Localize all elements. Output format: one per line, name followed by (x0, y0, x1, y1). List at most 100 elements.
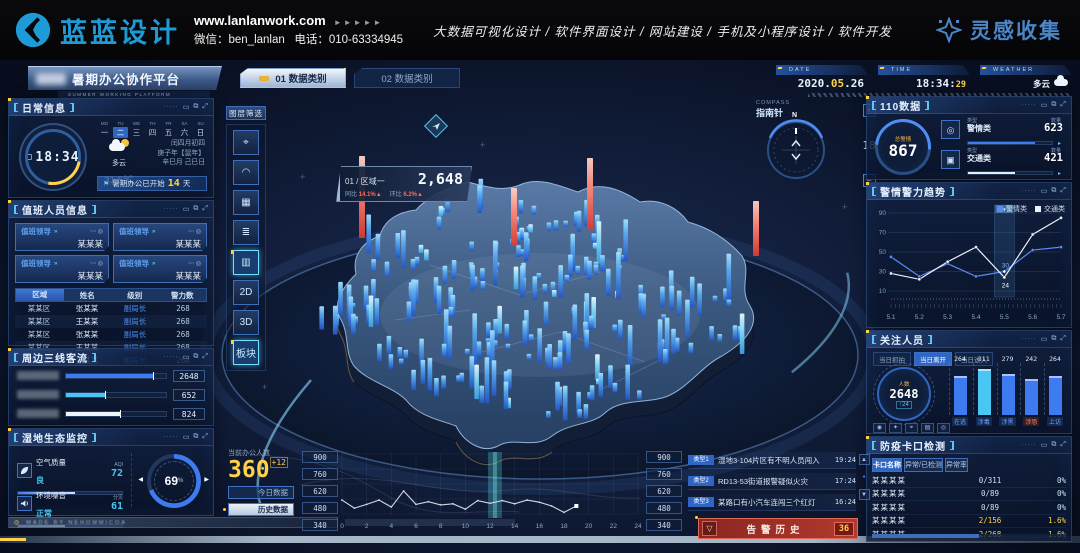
eco-gauge: 69% (147, 454, 201, 508)
layer-radar-button[interactable]: ◠ (233, 160, 259, 185)
today-data-button[interactable]: 今日数据 (228, 486, 294, 499)
focus-bar[interactable]: 279涉黑 (997, 355, 1019, 426)
weekday-cell[interactable]: SU日 (193, 121, 208, 138)
focus-bar[interactable]: 264在逃 (949, 355, 971, 426)
tab-data-category-1[interactable]: 01 数据类别 (240, 68, 346, 88)
张某某[interactable]: 某某区张某某副局长268 (15, 302, 207, 315)
chevron-right-icon: » (152, 229, 155, 235)
minimize-icon[interactable]: ▭ (183, 205, 190, 213)
office-trend-chart[interactable]: 024681012141618202224 (340, 450, 642, 534)
legend-item[interactable]: 交通类 (1035, 204, 1065, 214)
target-icon[interactable]: ◎ (98, 229, 103, 235)
某某某[interactable]: 值班领导»⋯ ◎ 某某某 (15, 223, 109, 251)
target-icon[interactable]: ◎ (196, 229, 201, 235)
expand-icon[interactable]: ⤢ (202, 205, 208, 213)
expand-icon[interactable]: ⤢ (202, 103, 208, 111)
key-icon[interactable]: ✦ (889, 423, 902, 433)
某某某某[interactable]: 某某某某0/890% (872, 488, 1066, 502)
expand-icon[interactable]: ⤢ (1060, 335, 1066, 343)
张某某[interactable]: 某某区张某某副局长268 (15, 328, 207, 341)
layer-cctv-button[interactable]: ⌖ (233, 130, 259, 155)
legend-item[interactable]: 警情类 (997, 204, 1027, 214)
weekday-cell[interactable]: WE三 (129, 121, 144, 138)
minimize-icon[interactable]: ▭ (183, 103, 190, 111)
minimize-icon[interactable]: ▭ (183, 433, 190, 441)
某某某某[interactable]: 某某某某2/1561.6% (872, 515, 1066, 529)
inspiration-collect[interactable]: 灵感收集 (936, 15, 1062, 45)
more-icon[interactable]: ⋯ (90, 261, 96, 267)
expand-icon[interactable]: ⤢ (1060, 187, 1066, 195)
weekday-cell[interactable]: TU二 (113, 121, 128, 138)
layer-list-button[interactable]: ≣ (233, 220, 259, 245)
flow-row: 824 (9, 404, 213, 423)
file-icon[interactable]: ▤ (921, 423, 934, 433)
person-icon[interactable]: ◉ (873, 423, 886, 433)
layer-grid-button[interactable]: ▦ (233, 190, 259, 215)
more-icon[interactable]: ⋯ (188, 229, 194, 235)
layer-3d-button[interactable]: 3D (233, 310, 259, 335)
focus-bar-chart[interactable]: 264在逃311涉毒279涉黑242涉恐264上访 (949, 355, 1066, 426)
expand-icon[interactable]: ⤢ (202, 433, 208, 441)
minimize-icon[interactable]: ▭ (1041, 335, 1048, 343)
expand-icon[interactable]: ⤢ (1060, 101, 1066, 109)
alert-row[interactable]: 类型1 湿地3-104片区有不明人员闯入 19:24 (688, 452, 856, 469)
alert-history-banner[interactable]: ▽ 告警历史 36 (698, 518, 858, 539)
window-icon[interactable]: ⧉ (193, 103, 198, 111)
gauge-right-arrow[interactable]: ▶ (204, 476, 209, 483)
brand-logo[interactable]: 蓝蓝设计 (0, 11, 180, 50)
gauge-left-arrow[interactable]: ◀ (138, 476, 143, 483)
expand-icon[interactable]: ⤢ (202, 353, 208, 361)
target-icon[interactable]: ◎ (196, 261, 201, 267)
scroll-up-button[interactable]: ▲ (859, 454, 870, 465)
more-icon[interactable]: ⋯ (90, 229, 96, 235)
focus-bar[interactable]: 311涉毒 (973, 355, 995, 426)
layer-plate-button[interactable]: 板块 (233, 340, 259, 365)
alert-row[interactable]: 类型2 RD13-53街道报警疑似火灾 17:24 (688, 473, 856, 490)
weekday-cell[interactable]: SA六 (177, 121, 192, 138)
expand-icon[interactable]: ⤢ (1060, 441, 1066, 449)
alert-type-badge: 类型1 (688, 455, 714, 465)
weekday-cell[interactable]: FR五 (161, 121, 176, 138)
checkpoint-header-tab[interactable]: 异常率 (945, 458, 968, 472)
window-icon[interactable]: ⧉ (1051, 187, 1056, 195)
weekday-cell[interactable]: MO一 (97, 121, 112, 138)
website-link[interactable]: www.lanlanwork.com (194, 13, 326, 28)
某某某[interactable]: 值班领导»⋯ ◎ 某某某 (113, 255, 207, 283)
trend-line-chart[interactable]: 9070503010▾30245.15.25.35.45.55.65.7 (871, 201, 1069, 327)
minimize-icon[interactable]: ▭ (183, 353, 190, 361)
某某某[interactable]: 值班领导»⋯ ◎ 某某某 (15, 255, 109, 283)
y-axis-boxes-right: 900760620480340 (646, 451, 682, 531)
minimize-icon[interactable]: ▭ (1041, 187, 1048, 195)
focus-bar[interactable]: 242涉恐 (1020, 355, 1042, 426)
weekday-cell[interactable]: TH四 (145, 121, 160, 138)
checkpoint-header-tab[interactable]: 卡口名称 (872, 458, 902, 472)
window-icon[interactable]: ⧉ (1051, 101, 1056, 109)
focus-bar[interactable]: 264上访 (1044, 355, 1066, 426)
traffic-icon: ▣ (941, 150, 960, 169)
某某某某[interactable]: 某某某某0/890% (872, 501, 1066, 515)
focus-tab-left[interactable]: 当日离开 (914, 352, 952, 366)
target-icon[interactable]: ◎ (98, 261, 103, 267)
alert-row[interactable]: 类型3 某路口有小汽车连闯三个红灯 16:24 (688, 494, 856, 511)
scroll-down-button[interactable]: ▼ (859, 489, 870, 500)
minimize-icon[interactable]: ▭ (1041, 101, 1048, 109)
svg-text:5.4: 5.4 (971, 314, 980, 321)
checkpoint-header-tab[interactable]: 异常/已检测 (904, 458, 943, 472)
window-icon[interactable]: ⧉ (193, 353, 198, 361)
tab-data-category-2[interactable]: 02 数据类别 (354, 68, 460, 88)
camera-icon[interactable]: ⌖ (905, 423, 918, 433)
checkpoint-scrollbar[interactable] (872, 534, 1066, 538)
window-icon[interactable]: ⧉ (193, 205, 198, 213)
more-icon[interactable]: ⋯ (188, 261, 194, 267)
layer-barchart-button[interactable]: ▥ (233, 250, 259, 275)
window-icon[interactable]: ⧉ (1051, 441, 1056, 449)
minimize-icon[interactable]: ▭ (1041, 441, 1048, 449)
某某某[interactable]: 值班领导»⋯ ◎ 某某某 (113, 223, 207, 251)
某某某某[interactable]: 某某某某0/3110% (872, 474, 1066, 488)
layer-2d-button[interactable]: 2D (233, 280, 259, 305)
history-data-button[interactable]: 历史数据 (228, 503, 294, 516)
window-icon[interactable]: ⧉ (193, 433, 198, 441)
compass-dial[interactable] (764, 116, 828, 180)
window-icon[interactable]: ⧉ (1051, 335, 1056, 343)
王某某[interactable]: 某某区王某某副局长268 (15, 315, 207, 328)
